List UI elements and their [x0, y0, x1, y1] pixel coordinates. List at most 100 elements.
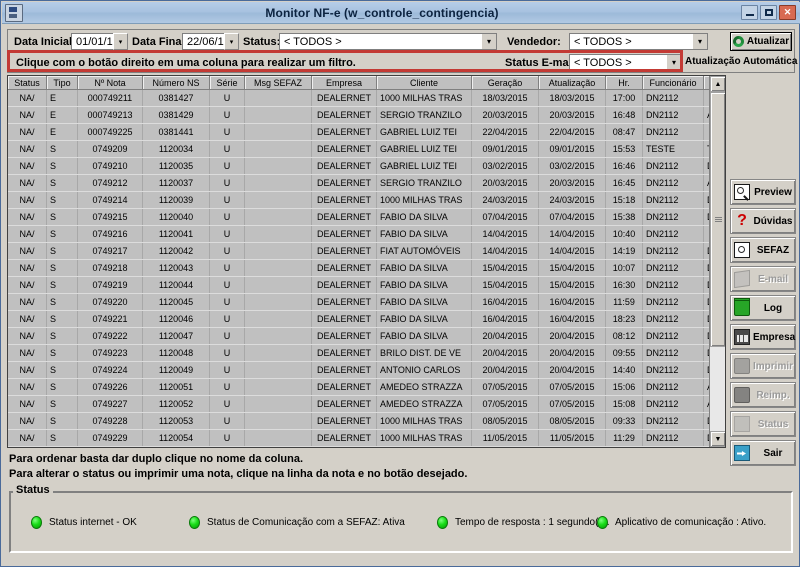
cell-empresa: DEALERNET — [311, 446, 377, 447]
atualizar-button[interactable]: Atualizar — [730, 32, 792, 51]
status-select[interactable]: < TODOS > ▾ — [279, 33, 497, 50]
cell-hora: 15:38 — [605, 208, 643, 226]
cell-status: NA/ — [8, 446, 47, 447]
cell-tipo: S — [46, 395, 78, 413]
cell-cliente: FABIO DA SILVA — [376, 327, 472, 345]
col-header-cliente[interactable]: Cliente — [376, 76, 472, 90]
table-row[interactable]: NA/S 0749222 1120047 U DEALERNET FABIO DA SIL… — [8, 327, 725, 345]
cell-tipo: S — [46, 446, 78, 447]
button-label: Status — [757, 418, 789, 430]
cell-cliente: 1000 MILHAS TRAS — [376, 412, 472, 430]
table-row[interactable]: NA/S 0749220 1120045 U DEALERNET FABIO DA SIL… — [8, 293, 725, 311]
empresa-button[interactable]: Empresa — [730, 324, 796, 350]
table-row[interactable]: NA/S 0749228 1120053 U DEALERNET 1000 MILHAS … — [8, 412, 725, 430]
cell-hora: 16:30 — [605, 276, 643, 294]
cell-msg-sefaz — [244, 395, 312, 413]
table-row[interactable]: NA/E 000749211 0381427 U DEALERNET 1000 MILHA… — [8, 89, 725, 107]
cell-msg-sefaz — [244, 412, 312, 430]
minimize-button[interactable] — [741, 5, 758, 20]
cell-funcionario: DN2112 — [642, 276, 704, 294]
sefaz-button[interactable]: SEFAZ — [730, 237, 796, 263]
scroll-down-icon[interactable]: ▼ — [710, 431, 725, 447]
table-row[interactable]: NA/S 0749227 1120052 U DEALERNET AMEDEO STRAZ… — [8, 395, 725, 413]
log-button[interactable]: Log — [730, 295, 796, 321]
cell-status: NA/ — [8, 429, 47, 447]
chevron-down-icon[interactable]: ▾ — [481, 34, 496, 49]
table-row[interactable]: NA/S 0749226 1120051 U DEALERNET AMEDEO STRAZ… — [8, 378, 725, 396]
table-row[interactable]: NA/S 0749214 1120039 U DEALERNET 1000 MILHAS … — [8, 191, 725, 209]
grid-vertical-scrollbar[interactable]: ▲ ▼ — [709, 76, 725, 447]
cell-status: NA/ — [8, 174, 47, 192]
email-icon — [734, 269, 750, 289]
vendedor-value: < TODOS > — [574, 35, 632, 48]
col-header-hora[interactable]: Hr. — [605, 76, 643, 90]
auto-refresh-checkbox-wrap[interactable]: Atualização Automática ✓ — [685, 55, 800, 67]
table-row[interactable]: NA/S 0749217 1120042 U DEALERNET FIAT AUTOMÓV… — [8, 242, 725, 260]
table-row[interactable]: NA/S 0749218 1120043 U DEALERNET FABIO DA SIL… — [8, 259, 725, 277]
scroll-thumb[interactable] — [710, 92, 725, 347]
data-final-label: Data Final: — [132, 36, 189, 48]
col-header-serie[interactable]: Série — [209, 76, 245, 90]
cell-atualizacao: 07/04/2015 — [538, 208, 606, 226]
cell-hora: 11:59 — [605, 293, 643, 311]
cell-geracao: 16/04/2015 — [471, 293, 539, 311]
cell-funcionario: DN2112 — [642, 446, 704, 447]
cell-funcionario: TESTE — [642, 140, 704, 158]
cell-geracao: 11/05/2015 — [471, 446, 539, 447]
cell-numero-nota: 0749218 — [77, 259, 143, 277]
table-row[interactable]: NA/S 0749210 1120035 U DEALERNET GABRIEL LUIZ… — [8, 157, 725, 175]
col-header-msg-sefaz[interactable]: Msg SEFAZ — [244, 76, 312, 90]
cell-hora: 10:40 — [605, 225, 643, 243]
col-header-status[interactable]: Status — [8, 76, 47, 90]
table-row[interactable]: NA/S 0749219 1120044 U DEALERNET FABIO DA SIL… — [8, 276, 725, 294]
col-header-tipo[interactable]: Tipo — [46, 76, 78, 90]
chevron-down-icon[interactable]: ▾ — [692, 34, 707, 49]
nfe-grid[interactable]: Status Tipo Nº Nota Número NS Série Msg … — [7, 75, 726, 448]
cell-cliente: GABRIEL LUIZ TEI — [376, 140, 472, 158]
data-inicial-label: Data Inicial: — [14, 36, 76, 48]
table-row[interactable]: NA/S 0749209 1120034 U DEALERNET GABRIEL LUIZ… — [8, 140, 725, 158]
table-row[interactable]: NA/S 0749221 1120046 U DEALERNET FABIO DA SIL… — [8, 310, 725, 328]
cell-geracao: 14/04/2015 — [471, 242, 539, 260]
cell-status: NA/ — [8, 225, 47, 243]
col-header-funcionario[interactable]: Funcionário — [642, 76, 704, 90]
cell-empresa: DEALERNET — [311, 395, 377, 413]
button-label: SEFAZ — [756, 244, 790, 256]
col-header-geracao[interactable]: Geração — [471, 76, 539, 90]
maximize-button[interactable] — [760, 5, 777, 20]
table-row[interactable]: NA/S07492301120055U DEALERNET1000 MILHAS … — [8, 446, 725, 447]
cell-msg-sefaz — [244, 89, 312, 107]
cell-atualizacao: 20/04/2015 — [538, 361, 606, 379]
scroll-track[interactable] — [710, 92, 725, 431]
scroll-up-icon[interactable]: ▲ — [710, 76, 725, 92]
cell-serie: U — [209, 174, 245, 192]
preview-button[interactable]: Preview — [730, 179, 796, 205]
table-row[interactable]: NA/S 0749224 1120049 U DEALERNET ANTONIO CARL… — [8, 361, 725, 379]
table-row[interactable]: NA/E 000749225 0381441 U DEALERNET GABRIEL LU… — [8, 123, 725, 141]
col-header-numero-ns[interactable]: Número NS — [142, 76, 210, 90]
table-row[interactable]: NA/S 0749229 1120054 U DEALERNET 1000 MILHAS … — [8, 429, 725, 447]
data-inicial-spinner[interactable]: ▾ — [113, 33, 128, 50]
note-line-2: Para alterar o status ou imprimir uma no… — [9, 468, 468, 480]
cell-hora: 16:45 — [605, 174, 643, 192]
table-row[interactable]: NA/S 0749212 1120037 U DEALERNET SERGIO TRANZ… — [8, 174, 725, 192]
table-row[interactable]: NA/S 0749216 1120041 U DEALERNET FABIO DA SIL… — [8, 225, 725, 243]
cell-numero-ns: 1120046 — [142, 310, 210, 328]
button-label: Dúvidas — [753, 215, 793, 227]
col-header-atualizacao[interactable]: Atualização — [538, 76, 606, 90]
d-vidas-button[interactable]: ? Dúvidas — [730, 208, 796, 234]
close-button[interactable]: ✕ — [779, 5, 796, 20]
button-label: Log — [763, 302, 783, 314]
col-header-empresa[interactable]: Empresa — [311, 76, 377, 90]
cell-serie: U — [209, 378, 245, 396]
vendedor-select[interactable]: < TODOS > ▾ — [569, 33, 708, 50]
col-header-numero-nota[interactable]: Nº Nota — [77, 76, 143, 90]
cell-empresa: DEALERNET — [311, 225, 377, 243]
table-row[interactable]: NA/E 000749213 0381429 U DEALERNET SERGIO TRA… — [8, 106, 725, 124]
cell-funcionario: DN2112 — [642, 429, 704, 447]
table-row[interactable]: NA/S 0749215 1120040 U DEALERNET FABIO DA SIL… — [8, 208, 725, 226]
sair-button[interactable]: Sair — [730, 440, 796, 466]
data-final-spinner[interactable]: ▾ — [224, 33, 239, 50]
cell-funcionario: DN2112 — [642, 395, 704, 413]
table-row[interactable]: NA/S 0749223 1120048 U DEALERNET BRILO DIST. … — [8, 344, 725, 362]
